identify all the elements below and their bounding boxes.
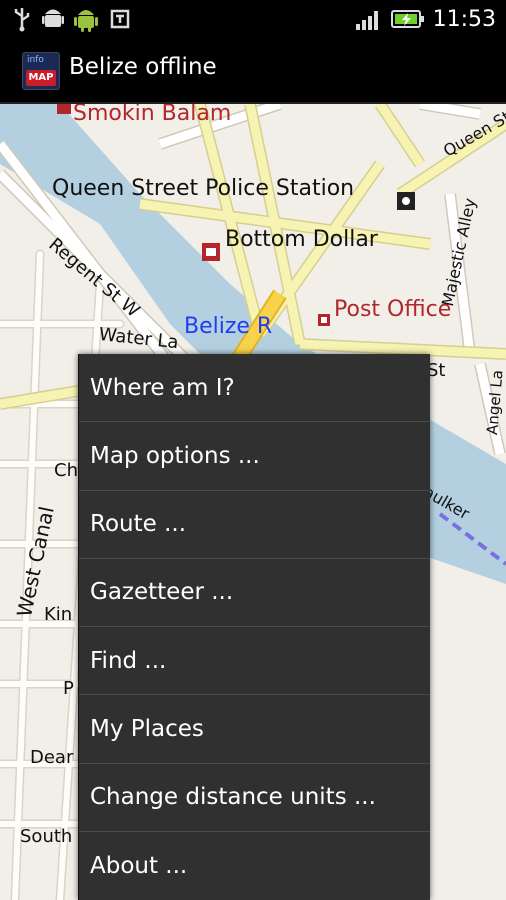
- map-label-kin: Kin: [44, 604, 73, 625]
- map-label-bottom-dollar: Bottom Dollar: [225, 227, 378, 252]
- map-label-ch: Ch: [54, 460, 78, 481]
- battery-charging-icon: [390, 10, 424, 28]
- menu-item-map-options[interactable]: Map options ...: [79, 422, 430, 491]
- map-label-p: P: [63, 678, 74, 699]
- app-logo-icon: info MAP: [22, 52, 60, 90]
- menu-item-route[interactable]: Route ...: [79, 491, 430, 559]
- restaurant-icon: [57, 104, 71, 114]
- map-label-dear: Dear: [30, 747, 74, 768]
- menu-item-find[interactable]: Find ...: [79, 627, 430, 696]
- system-icons: 11:53: [355, 4, 496, 34]
- map-label-post-office: Post Office: [334, 297, 452, 322]
- title-bar: info MAP Belize offline: [0, 38, 506, 104]
- htc-sync-icon: [110, 9, 130, 29]
- usb-icon: [14, 8, 30, 32]
- map-label-police-station: Queen Street Police Station: [52, 176, 355, 201]
- status-bar: 11:53: [0, 0, 506, 38]
- menu-item-about[interactable]: About ...: [79, 832, 430, 900]
- signal-icon: [355, 11, 378, 30]
- options-menu: Where am I? Map options ... Route ... Ga…: [78, 354, 430, 900]
- menu-item-where-am-i[interactable]: Where am I?: [79, 354, 430, 423]
- android-debug-icon: [42, 9, 64, 27]
- map-label-belize-river: Belize R: [184, 314, 273, 339]
- clock: 11:53: [432, 6, 496, 32]
- android-icon: [74, 10, 98, 32]
- map-label-smokin-balam: Smokin Balam: [73, 104, 232, 126]
- map-label-south: South: [20, 826, 73, 847]
- menu-item-change-distance-units[interactable]: Change distance units ...: [79, 764, 430, 832]
- menu-item-my-places[interactable]: My Places: [79, 695, 430, 764]
- notification-icons: [12, 4, 132, 34]
- menu-item-gazetteer[interactable]: Gazetteer ...: [79, 559, 430, 627]
- app-title: Belize offline: [69, 54, 217, 80]
